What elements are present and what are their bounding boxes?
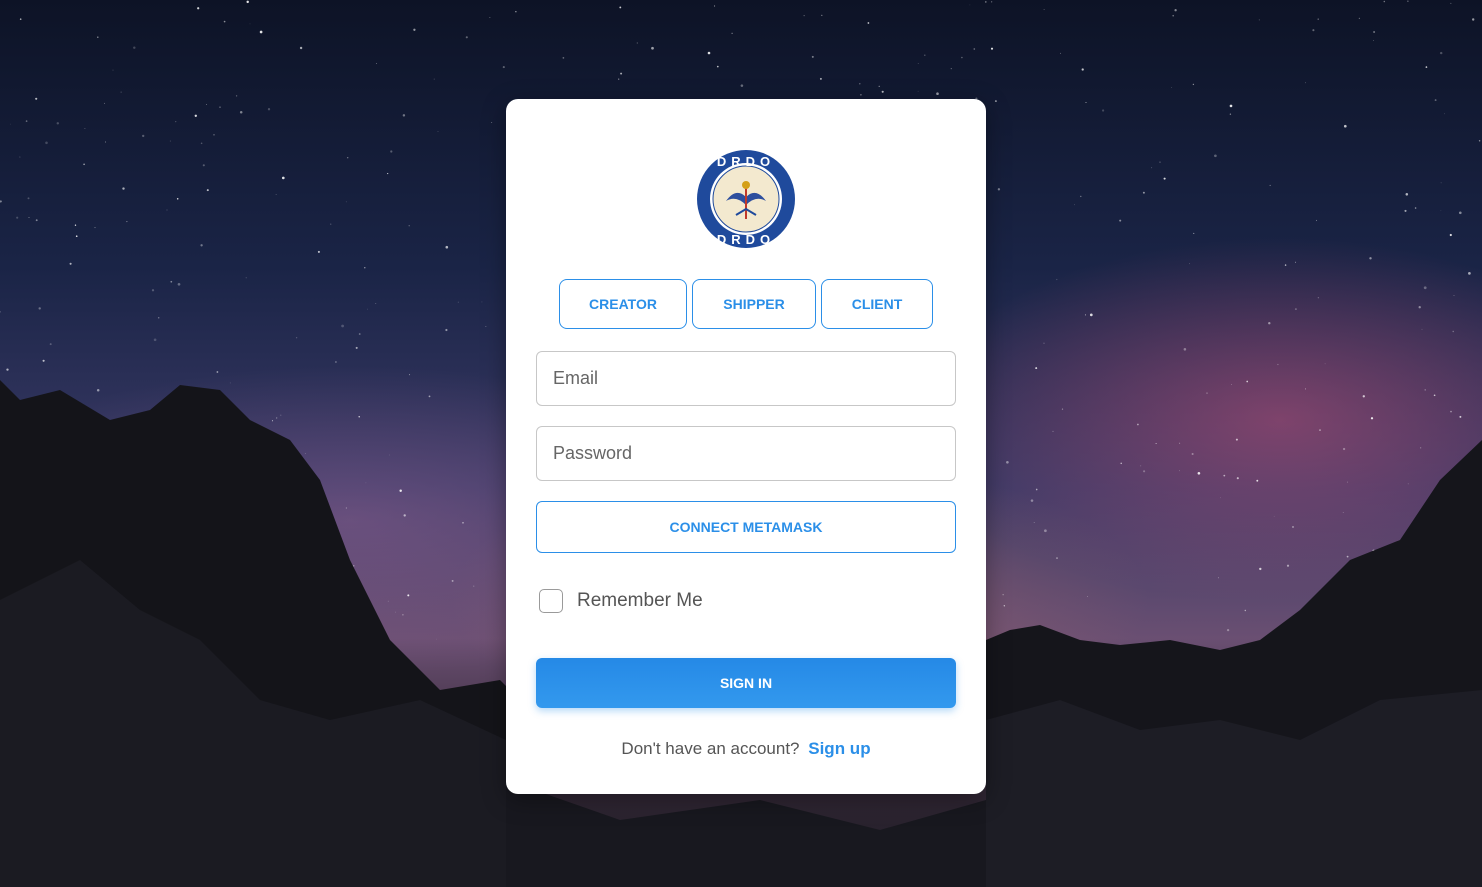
logo-top-text: DRDO — [717, 154, 775, 169]
signup-prompt-row: Don't have an account? Sign up — [506, 739, 986, 759]
remember-me-checkbox[interactable] — [539, 589, 563, 613]
password-field[interactable] — [536, 426, 956, 481]
tab-shipper[interactable]: SHIPPER — [692, 279, 816, 329]
remember-me-row: Remember Me — [539, 587, 703, 615]
drdo-emblem-icon: DRDO DRDO — [697, 150, 795, 248]
email-field[interactable] — [536, 351, 956, 406]
tab-client[interactable]: CLIENT — [821, 279, 933, 329]
logo-bottom-text: DRDO — [717, 232, 775, 247]
tab-creator[interactable]: CREATOR — [559, 279, 687, 329]
signup-prompt-text: Don't have an account? — [621, 739, 800, 758]
connect-metamask-button[interactable]: CONNECT METAMASK — [536, 501, 956, 553]
remember-me-label: Remember Me — [577, 590, 703, 611]
login-card: DRDO DRDO CREATOR SHIPPER CLIENT CONNECT… — [506, 99, 986, 794]
drdo-logo: DRDO DRDO — [696, 149, 796, 249]
role-tabs: CREATOR SHIPPER CLIENT — [559, 279, 933, 329]
sign-in-button[interactable]: SIGN IN — [536, 658, 956, 708]
signup-link[interactable]: Sign up — [808, 739, 870, 758]
